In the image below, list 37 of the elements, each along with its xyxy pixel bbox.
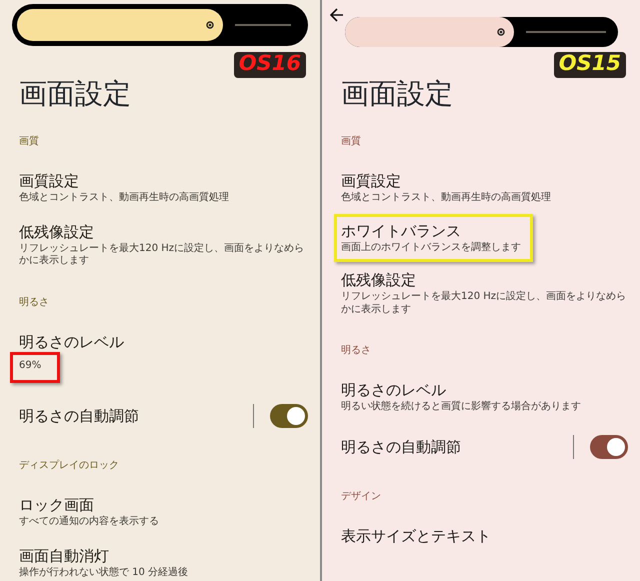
section-header: デザイン bbox=[341, 490, 382, 504]
brightness-icon bbox=[496, 27, 506, 37]
setting-title: 画質設定 bbox=[19, 172, 80, 190]
setting-description: 明るい状態を続けると画質に影響する場合があります bbox=[341, 401, 582, 414]
setting-title: 明るさのレベル bbox=[19, 332, 125, 350]
setting-description: 69% bbox=[10, 352, 60, 383]
section-header: 画質 bbox=[341, 134, 362, 149]
brightness-icon bbox=[204, 20, 215, 30]
section-header: 画質 bbox=[19, 134, 40, 149]
setting-title: 表示サイズとテキスト bbox=[341, 526, 492, 544]
setting-title: 明るさの自動調節 bbox=[19, 407, 140, 425]
setting-title: 画質設定 bbox=[341, 172, 402, 190]
setting-description: 画面上のホワイトバランスを調整します bbox=[341, 242, 522, 254]
page-title: 画面設定 bbox=[19, 80, 132, 108]
section-header: 明るさ bbox=[341, 344, 372, 358]
setting-description: 操作が行われない状態で 10 分経過後 bbox=[19, 566, 190, 579]
setting-description: 色域とコントラスト、動画再生時の高画質処理 bbox=[341, 192, 552, 204]
setting-title: 明るさの自動調節 bbox=[341, 438, 462, 456]
toggle-switch[interactable] bbox=[590, 434, 628, 458]
setting-title: ロック画面 bbox=[19, 496, 95, 514]
setting-title: ホワイトバランス bbox=[341, 222, 462, 240]
setting-title: 画面自動消灯 bbox=[19, 546, 110, 564]
setting-description: すべての通知の内容を表示する bbox=[19, 516, 160, 528]
section-header: 明るさ bbox=[19, 296, 50, 310]
page-title: 画面設定 bbox=[341, 80, 454, 108]
setting-description: リフレッシュレートを最大120 Hzに設定し、画面をよりなめらかに表示します bbox=[341, 291, 628, 316]
setting-title: 明るさのレベル bbox=[341, 381, 447, 399]
brightness-slider[interactable] bbox=[12, 4, 308, 46]
brightness-slider[interactable] bbox=[345, 17, 618, 47]
setting-title: 低残像設定 bbox=[19, 222, 95, 240]
setting-description: リフレッシュレートを最大120 Hzに設定し、画面をよりなめらかに表示します bbox=[19, 242, 306, 268]
setting-description: 色域とコントラスト、動画再生時の高画質処理 bbox=[19, 192, 230, 204]
toggle-switch[interactable] bbox=[270, 404, 308, 428]
version-label: OS15 bbox=[558, 51, 621, 75]
version-label: OS16 bbox=[238, 51, 301, 75]
section-header: ディスプレイのロック bbox=[19, 458, 120, 473]
setting-title: 低残像設定 bbox=[341, 271, 417, 289]
